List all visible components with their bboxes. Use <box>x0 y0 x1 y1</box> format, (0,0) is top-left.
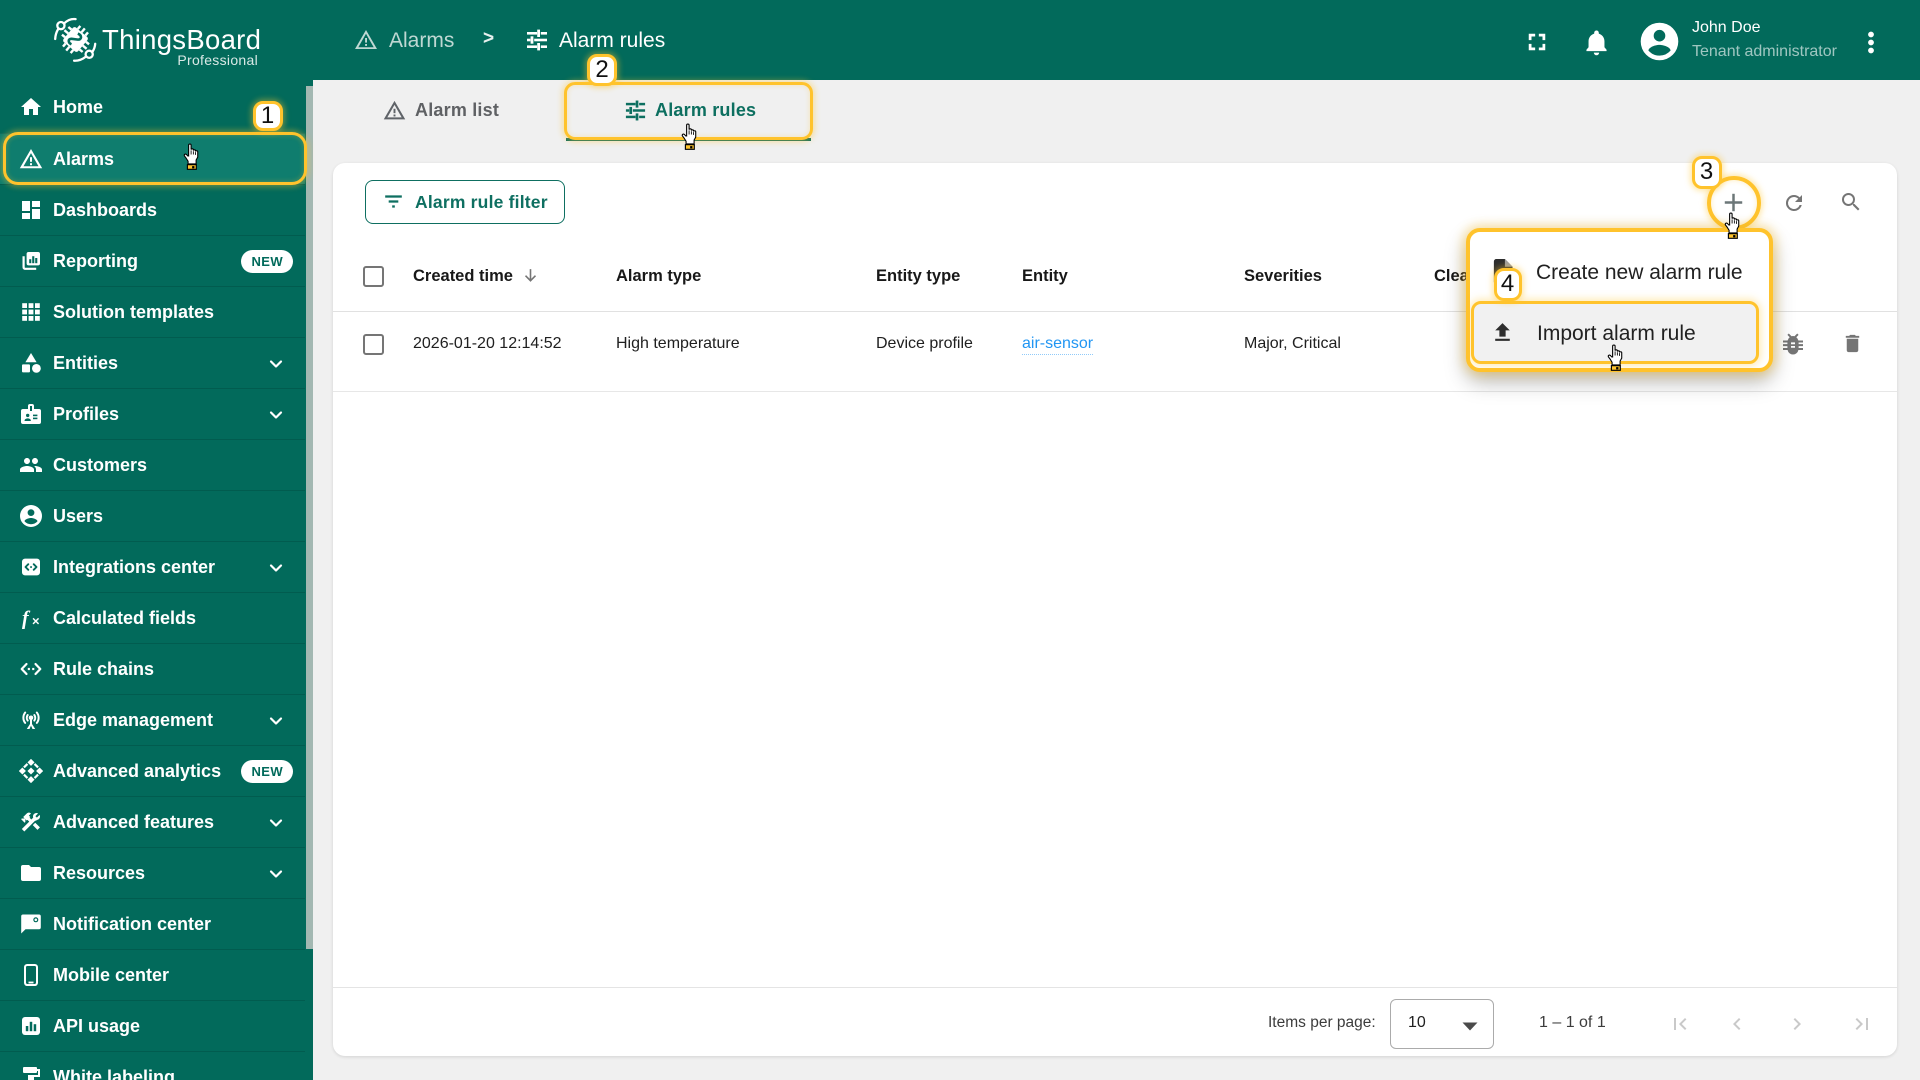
svg-text:f: f <box>22 607 31 629</box>
svg-text:×: × <box>32 613 40 628</box>
